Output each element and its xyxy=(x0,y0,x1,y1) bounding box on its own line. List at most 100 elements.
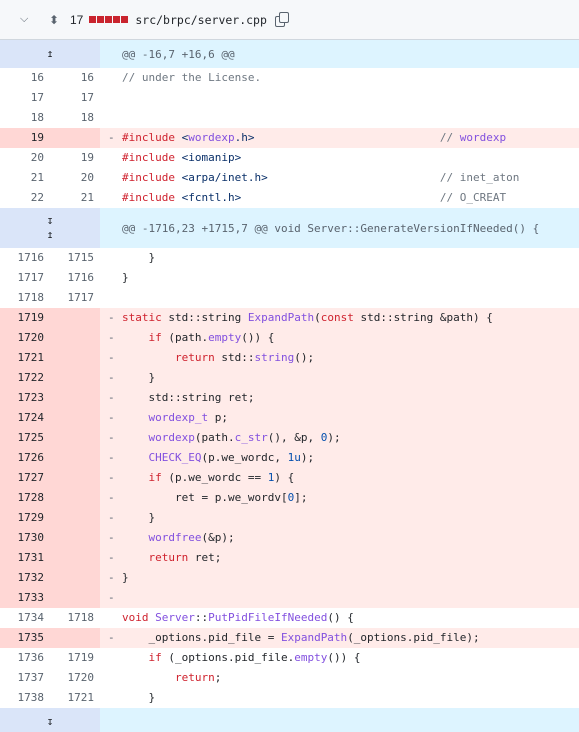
diff-sign xyxy=(100,108,122,128)
deleted-line: 19 - #include <wordexp.h> // wordexp xyxy=(0,128,579,148)
old-line-number[interactable]: 1723 xyxy=(0,388,50,408)
old-line-number[interactable]: 1731 xyxy=(0,548,50,568)
new-line-number[interactable] xyxy=(50,528,100,548)
new-line-number[interactable]: 1717 xyxy=(50,288,100,308)
old-line-number[interactable]: 1718 xyxy=(0,288,50,308)
old-line-number[interactable]: 1729 xyxy=(0,508,50,528)
new-line-number[interactable]: 19 xyxy=(50,148,100,168)
old-line-number[interactable]: 21 xyxy=(0,168,50,188)
expand-down-button[interactable]: ↧ xyxy=(0,708,100,732)
old-line-number[interactable]: 1719 xyxy=(0,308,50,328)
code-line: // under the License. xyxy=(122,71,262,84)
old-line-number[interactable]: 18 xyxy=(0,108,50,128)
old-line-number[interactable]: 22 xyxy=(0,188,50,208)
deleted-line: 1726 - CHECK_EQ(p.we_wordc, 1u); xyxy=(0,448,579,468)
old-line-number[interactable]: 1716 xyxy=(0,248,50,268)
new-line-number[interactable]: 17 xyxy=(50,88,100,108)
expand-down-icon[interactable]: ↧ xyxy=(47,715,54,729)
new-line-number[interactable] xyxy=(50,588,100,608)
expand-up-icon[interactable]: ↥ xyxy=(47,228,54,242)
old-line-number[interactable]: 1725 xyxy=(0,428,50,448)
copy-icon[interactable] xyxy=(274,11,291,28)
new-line-number[interactable]: 1718 xyxy=(50,608,100,628)
new-line-number[interactable]: 20 xyxy=(50,168,100,188)
new-line-number[interactable] xyxy=(50,308,100,328)
new-line-number[interactable] xyxy=(50,508,100,528)
new-line-number[interactable] xyxy=(50,388,100,408)
deleted-line: 1732 -} xyxy=(0,568,579,588)
new-line-number[interactable] xyxy=(50,348,100,368)
code-line: } xyxy=(122,251,156,264)
new-line-number[interactable] xyxy=(50,488,100,508)
diffstat-block xyxy=(121,16,129,23)
code-line xyxy=(122,588,579,608)
hunk-text-empty xyxy=(100,708,579,732)
new-line-number[interactable] xyxy=(50,568,100,588)
old-line-number[interactable]: 1724 xyxy=(0,408,50,428)
old-line-number[interactable]: 1727 xyxy=(0,468,50,488)
new-line-number[interactable] xyxy=(50,408,100,428)
new-line-number[interactable]: 1721 xyxy=(50,688,100,708)
old-line-number[interactable]: 1726 xyxy=(0,448,50,468)
new-line-number[interactable] xyxy=(50,448,100,468)
new-line-number[interactable] xyxy=(50,468,100,488)
new-line-number[interactable] xyxy=(50,328,100,348)
deleted-line: 1733 - xyxy=(0,588,579,608)
old-line-number[interactable]: 1732 xyxy=(0,568,50,588)
new-line-number[interactable] xyxy=(50,368,100,388)
expand-up-icon[interactable]: ↥ xyxy=(47,47,54,61)
unfold-icon[interactable]: ⬍ xyxy=(46,13,62,27)
context-line: 1716 1715 } xyxy=(0,248,579,268)
diffstat-block xyxy=(97,16,105,23)
code-line: #include <fcntl.h> // O_CREAT xyxy=(122,191,507,204)
diffstat-blocks xyxy=(89,16,129,23)
old-line-number[interactable]: 1736 xyxy=(0,648,50,668)
old-line-number[interactable]: 1721 xyxy=(0,348,50,368)
code-line: wordexp(path.c_str(), &p, 0); xyxy=(122,428,579,448)
old-line-number[interactable]: 16 xyxy=(0,68,50,88)
expand-up-button[interactable]: ↥ xyxy=(0,40,100,68)
new-line-number[interactable]: 18 xyxy=(50,108,100,128)
old-line-number[interactable]: 1734 xyxy=(0,608,50,628)
context-line: 1734 1718 void Server::PutPidFileIfNeeded… xyxy=(0,608,579,628)
old-line-number[interactable]: 19 xyxy=(0,128,50,148)
new-line-number[interactable]: 1719 xyxy=(50,648,100,668)
old-line-number[interactable]: 1738 xyxy=(0,688,50,708)
old-line-number[interactable]: 1737 xyxy=(0,668,50,688)
context-line: 21 20 #include <arpa/inet.h> // inet_aton xyxy=(0,168,579,188)
new-line-number[interactable]: 16 xyxy=(50,68,100,88)
diff-sign: - xyxy=(100,348,122,368)
new-line-number[interactable]: 21 xyxy=(50,188,100,208)
old-line-number[interactable]: 1717 xyxy=(0,268,50,288)
old-line-number[interactable]: 1735 xyxy=(0,628,50,648)
diff-sign xyxy=(100,288,122,308)
file-path[interactable]: src/brpc/server.cpp xyxy=(135,13,267,27)
new-line-number[interactable] xyxy=(50,548,100,568)
diff-sign: - xyxy=(100,568,122,588)
new-line-number[interactable] xyxy=(50,128,100,148)
chevron-down-icon[interactable]: ⌵ xyxy=(20,13,36,26)
new-line-number[interactable]: 1715 xyxy=(50,248,100,268)
diff-sign xyxy=(100,668,122,688)
old-line-number[interactable]: 1733 xyxy=(0,588,50,608)
new-line-number[interactable]: 1720 xyxy=(50,668,100,688)
old-line-number[interactable]: 1720 xyxy=(0,328,50,348)
diff-sign: - xyxy=(100,448,122,468)
expand-both-button[interactable]: ↧ ↥ xyxy=(0,208,100,248)
old-line-number[interactable]: 20 xyxy=(0,148,50,168)
new-line-number[interactable] xyxy=(50,628,100,648)
deleted-line: 1729 - } xyxy=(0,508,579,528)
old-line-number[interactable]: 17 xyxy=(0,88,50,108)
old-line-number[interactable]: 1722 xyxy=(0,368,50,388)
old-line-number[interactable]: 1728 xyxy=(0,488,50,508)
code-line: wordfree(&p); xyxy=(122,528,579,548)
hunk-text: @@ -16,7 +16,6 @@ xyxy=(100,40,579,68)
diff-table: ↥ @@ -16,7 +16,6 @@ 16 16 // under the Lice… xyxy=(0,40,579,732)
new-line-number[interactable] xyxy=(50,428,100,448)
diff-sign: - xyxy=(100,408,122,428)
expand-down-icon[interactable]: ↧ xyxy=(47,214,54,228)
old-line-number[interactable]: 1730 xyxy=(0,528,50,548)
diff-sign xyxy=(100,688,122,708)
new-line-number[interactable]: 1716 xyxy=(50,268,100,288)
